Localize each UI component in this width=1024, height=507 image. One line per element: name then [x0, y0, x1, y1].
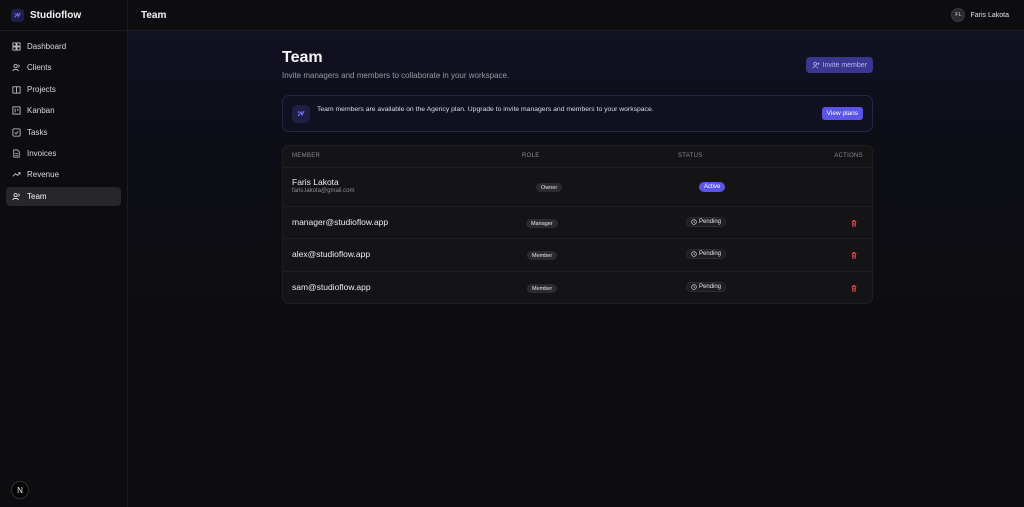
sidebar: Studioflow Dashboard Clients Projects Ka…: [0, 0, 128, 507]
sidebar-item-label: Clients: [27, 63, 52, 73]
status-label: Pending: [699, 284, 722, 290]
checkbox-icon: [12, 128, 21, 137]
file-icon: [13, 149, 20, 158]
member-email: faris.lakota@gmail.com: [292, 188, 355, 194]
role-badge: Owner: [536, 183, 563, 192]
member-name: Faris Lakota: [292, 177, 339, 187]
trash-icon[interactable]: [850, 251, 858, 259]
brand[interactable]: Studioflow: [0, 0, 127, 31]
brand-name: Studioflow: [30, 9, 82, 21]
trash-icon[interactable]: [850, 219, 858, 227]
sidebar-nav: Dashboard Clients Projects Kanban Tasks …: [0, 31, 127, 206]
role-badge: Manager: [526, 219, 558, 228]
clock-icon: [691, 284, 697, 290]
sidebar-item-label: Invoices: [27, 148, 57, 158]
dashboard-icon: [12, 42, 21, 51]
sidebar-item-team[interactable]: Team: [6, 186, 121, 206]
status-badge: Pending: [686, 249, 727, 259]
user-plus-icon: [812, 62, 820, 69]
team-icon: [12, 192, 20, 200]
banner-text: Team members are available on the Agency…: [317, 106, 654, 113]
sidebar-item-label: Kanban: [27, 106, 55, 116]
logo-icon: [11, 8, 24, 22]
topbar-title: Team: [141, 9, 167, 21]
status-badge: Pending: [686, 217, 727, 227]
status-badge: Pending: [686, 282, 727, 292]
invite-member-label: Invite member: [822, 61, 867, 69]
user-menu[interactable]: FL Faris Lakota: [951, 8, 1009, 22]
column-header-actions: ACTIONS: [834, 153, 863, 159]
upgrade-banner: Team members are available on the Agency…: [282, 95, 873, 132]
role-badge: Member: [527, 284, 558, 293]
page-subtitle: Invite managers and members to collabora…: [282, 71, 510, 80]
member-cell: alex@studioflow.app: [292, 249, 370, 259]
sidebar-item-label: Revenue: [27, 170, 60, 180]
table-row: Faris Lakota faris.lakota@gmail.com Owne…: [283, 168, 872, 207]
table-row: alex@studioflow.app Member Pending: [283, 239, 872, 272]
column-header-role: ROLE: [522, 153, 540, 159]
column-header-status: STATUS: [678, 153, 703, 159]
framework-badge[interactable]: N: [11, 481, 29, 499]
sidebar-item-label: Dashboard: [27, 42, 67, 51]
column-header-member: MEMBER: [292, 153, 321, 159]
sidebar-item-revenue[interactable]: Revenue: [6, 165, 121, 184]
trash-icon[interactable]: [850, 284, 858, 292]
table-row: manager@studioflow.app Manager Pending: [283, 207, 872, 239]
page-title: Team: [282, 49, 323, 66]
main-content: Team Invite managers and members to coll…: [128, 31, 1024, 507]
status-label: Pending: [699, 251, 722, 257]
app-root: Studioflow Dashboard Clients Projects Ka…: [0, 0, 1024, 507]
trend-icon: [12, 172, 21, 177]
member-cell: manager@studioflow.app: [292, 217, 388, 227]
table-header: MEMBER ROLE STATUS ACTIONS: [283, 146, 872, 168]
invite-member-button[interactable]: Invite member: [805, 57, 873, 73]
users-icon: [12, 64, 20, 72]
member-name: alex@studioflow.app: [292, 249, 371, 259]
folder-icon: [12, 86, 21, 94]
sidebar-item-dashboard[interactable]: Dashboard: [6, 37, 121, 56]
sidebar-item-label: Team: [27, 191, 47, 201]
sidebar-item-label: Tasks: [27, 127, 48, 137]
topbar: Team FL Faris Lakota: [128, 0, 1024, 31]
view-plans-button[interactable]: View plans: [821, 107, 863, 120]
sidebar-item-tasks[interactable]: Tasks: [6, 123, 121, 142]
status-label: Pending: [699, 219, 722, 225]
member-name: sam@studioflow.app: [292, 282, 371, 292]
table-row: sam@studioflow.app Member Pending: [283, 272, 872, 303]
clock-icon: [691, 251, 697, 257]
members-table: MEMBER ROLE STATUS ACTIONS Faris Lakota …: [282, 145, 873, 304]
member-cell: Faris Lakota faris.lakota@gmail.com: [292, 177, 354, 194]
avatar: FL: [951, 8, 966, 22]
member-name: manager@studioflow.app: [292, 217, 389, 227]
sidebar-item-label: Projects: [27, 84, 56, 94]
role-badge: Member: [527, 251, 558, 260]
sidebar-item-projects[interactable]: Projects: [6, 80, 121, 99]
user-name: Faris Lakota: [970, 11, 1009, 19]
member-cell: sam@studioflow.app: [292, 282, 371, 292]
kanban-icon: [12, 106, 21, 115]
sidebar-item-kanban[interactable]: Kanban: [6, 101, 121, 120]
sidebar-item-invoices[interactable]: Invoices: [6, 144, 121, 163]
clock-icon: [691, 219, 697, 225]
sidebar-item-clients[interactable]: Clients: [6, 58, 121, 77]
status-badge: Active: [699, 182, 726, 192]
sparkle-icon: [292, 104, 310, 123]
